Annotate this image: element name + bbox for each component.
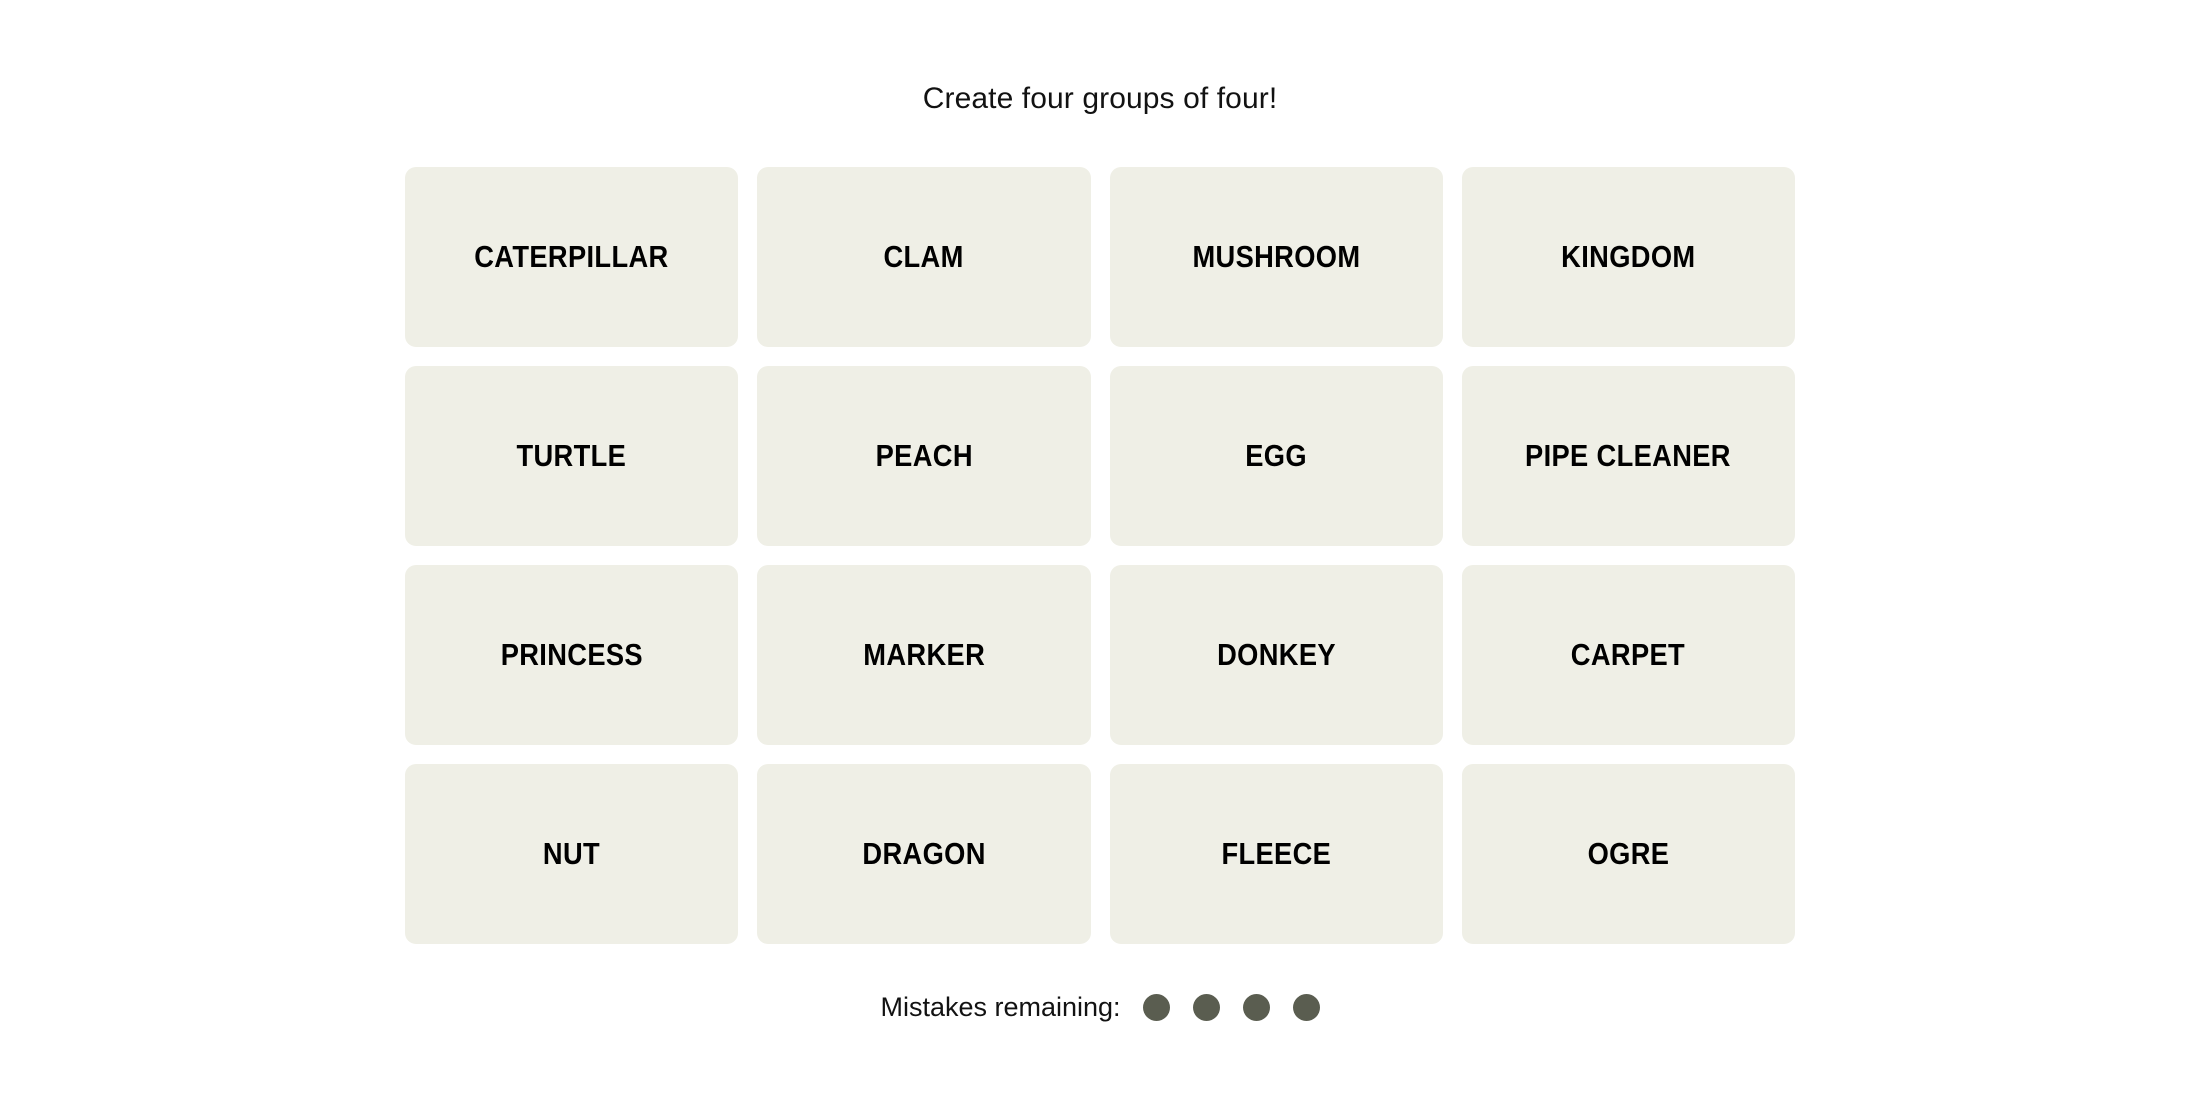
word-tile[interactable]: PEACH: [757, 366, 1091, 546]
word-tile[interactable]: CATERPILLAR: [405, 167, 739, 347]
word-tile[interactable]: TURTLE: [405, 366, 739, 546]
word-tile-grid: CATERPILLAR CLAM MUSHROOM KINGDOM TURTLE…: [405, 167, 1795, 944]
word-tile[interactable]: DONKEY: [1109, 565, 1443, 745]
word-tile-label: PRINCESS: [500, 636, 643, 672]
word-tile-label: MUSHROOM: [1192, 238, 1361, 274]
word-tile-label: NUT: [543, 835, 601, 871]
mistakes-remaining-bar: Mistakes remaining:: [880, 992, 1320, 1022]
word-tile-label: DONKEY: [1216, 636, 1336, 672]
word-tile-label: OGRE: [1587, 835, 1670, 871]
word-tile[interactable]: CARPET: [1461, 565, 1795, 745]
word-tile-label: CATERPILLAR: [474, 238, 669, 274]
page-title: Create four groups of four!: [922, 82, 1278, 115]
word-tile[interactable]: PIPE CLEANER: [1461, 366, 1795, 546]
word-tile[interactable]: KINGDOM: [1461, 167, 1795, 347]
word-tile[interactable]: MUSHROOM: [1109, 167, 1443, 347]
word-tile-label: MARKER: [862, 636, 985, 672]
word-tile-label: KINGDOM: [1561, 238, 1696, 274]
mistake-dot-icon: [1142, 994, 1170, 1021]
word-tile[interactable]: CLAM: [757, 167, 1091, 347]
word-tile-label: CLAM: [883, 238, 964, 274]
word-tile[interactable]: DRAGON: [757, 764, 1091, 944]
word-tile-label: FLEECE: [1221, 835, 1331, 871]
word-tile-label: PEACH: [875, 437, 973, 473]
word-tile-label: TURTLE: [516, 437, 627, 473]
word-tile-label: DRAGON: [862, 835, 986, 871]
word-tile-label: PIPE CLEANER: [1525, 437, 1732, 473]
word-tile[interactable]: PRINCESS: [405, 565, 739, 745]
word-tile[interactable]: NUT: [405, 764, 739, 944]
word-tile[interactable]: EGG: [1109, 366, 1443, 546]
mistake-dot-icon: [1242, 994, 1270, 1021]
word-tile[interactable]: FLEECE: [1109, 764, 1443, 944]
word-tile[interactable]: MARKER: [757, 565, 1091, 745]
mistakes-dot-group: [1142, 994, 1320, 1021]
mistakes-remaining-label: Mistakes remaining:: [880, 992, 1121, 1022]
word-tile[interactable]: OGRE: [1461, 764, 1795, 944]
connections-game: Create four groups of four! CATERPILLAR …: [0, 0, 2200, 1100]
word-tile-label: CARPET: [1571, 636, 1686, 672]
mistake-dot-icon: [1292, 994, 1320, 1021]
mistake-dot-icon: [1192, 994, 1220, 1021]
word-tile-label: EGG: [1245, 437, 1307, 473]
